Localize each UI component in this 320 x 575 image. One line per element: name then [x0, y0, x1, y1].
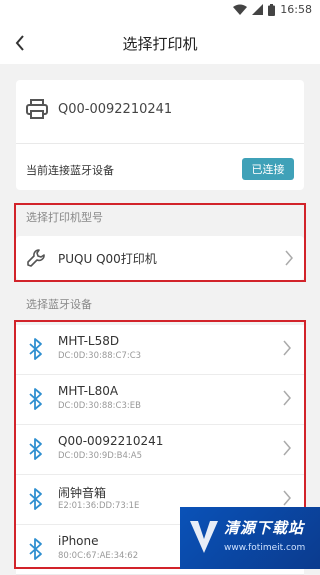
device-name: MHT-L80A	[58, 384, 119, 398]
chevron-right-icon	[283, 440, 291, 456]
bluetooth-icon	[29, 488, 42, 510]
page-title: 选择打印机	[122, 35, 198, 53]
device-mac: DC:0D:30:88:C3:EB	[58, 401, 141, 411]
bluetooth-device-item[interactable]: Q00-0092210241 DC:0D:30:9D:B4:A5	[16, 425, 304, 475]
device-name: MHT-L58D	[58, 334, 120, 348]
watermark-url: www.fotimeit.com	[224, 543, 306, 553]
bluetooth-icon	[29, 538, 42, 560]
signal-icon	[252, 4, 264, 15]
printer-icon	[26, 99, 48, 119]
device-mac: DC:0D:30:9D:B4:A5	[58, 451, 142, 461]
device-mac: 80:0C:67:AE:34:62	[58, 551, 139, 561]
battery-icon	[268, 3, 276, 16]
connection-label: 当前连接蓝牙设备	[26, 164, 114, 177]
wrench-icon	[27, 249, 45, 267]
status-icons: 16:58	[233, 3, 312, 16]
connected-button[interactable]: 已连接	[242, 158, 294, 180]
divider	[16, 143, 304, 144]
printer-model-row[interactable]: PUQU Q00打印机	[26, 236, 294, 280]
printer-model-item[interactable]: PUQU Q00打印机	[16, 236, 304, 280]
device-name: 闹钟音箱	[58, 486, 107, 500]
watermark-name: 清源下载站	[224, 519, 305, 537]
status-bar: 16:58	[0, 0, 320, 22]
app-header: 选择打印机	[0, 22, 320, 64]
chevron-right-icon	[285, 250, 293, 266]
chevron-right-icon	[283, 390, 291, 406]
bluetooth-device-item[interactable]: MHT-L58D DC:0D:30:88:C7:C3	[16, 325, 304, 375]
current-printer-row: Q00-0092210241	[26, 96, 172, 122]
bluetooth-section-label: 选择蓝牙设备	[26, 298, 92, 311]
bluetooth-icon	[29, 388, 42, 410]
watermark-logo-icon	[190, 521, 218, 553]
bluetooth-icon	[29, 438, 42, 460]
current-printer-name: Q00-0092210241	[58, 101, 173, 117]
wifi-icon	[233, 4, 248, 15]
chevron-right-icon	[283, 490, 291, 506]
device-mac: E2:01:36:DD:73:1E	[58, 501, 140, 511]
status-time: 16:58	[280, 3, 312, 16]
bluetooth-icon	[29, 338, 42, 360]
current-printer-card: Q00-0092210241 当前连接蓝牙设备 已连接	[16, 80, 304, 190]
device-mac: DC:0D:30:88:C7:C3	[58, 351, 142, 361]
device-name: Q00-0092210241	[58, 434, 164, 448]
bluetooth-device-item[interactable]: MHT-L80A DC:0D:30:88:C3:EB	[16, 375, 304, 425]
watermark-banner: 清源下载站 www.fotimeit.com	[180, 507, 320, 569]
model-section-label: 选择打印机型号	[26, 211, 103, 224]
printer-model-name: PUQU Q00打印机	[58, 251, 157, 266]
chevron-right-icon	[283, 340, 291, 356]
device-name: iPhone	[58, 534, 99, 548]
